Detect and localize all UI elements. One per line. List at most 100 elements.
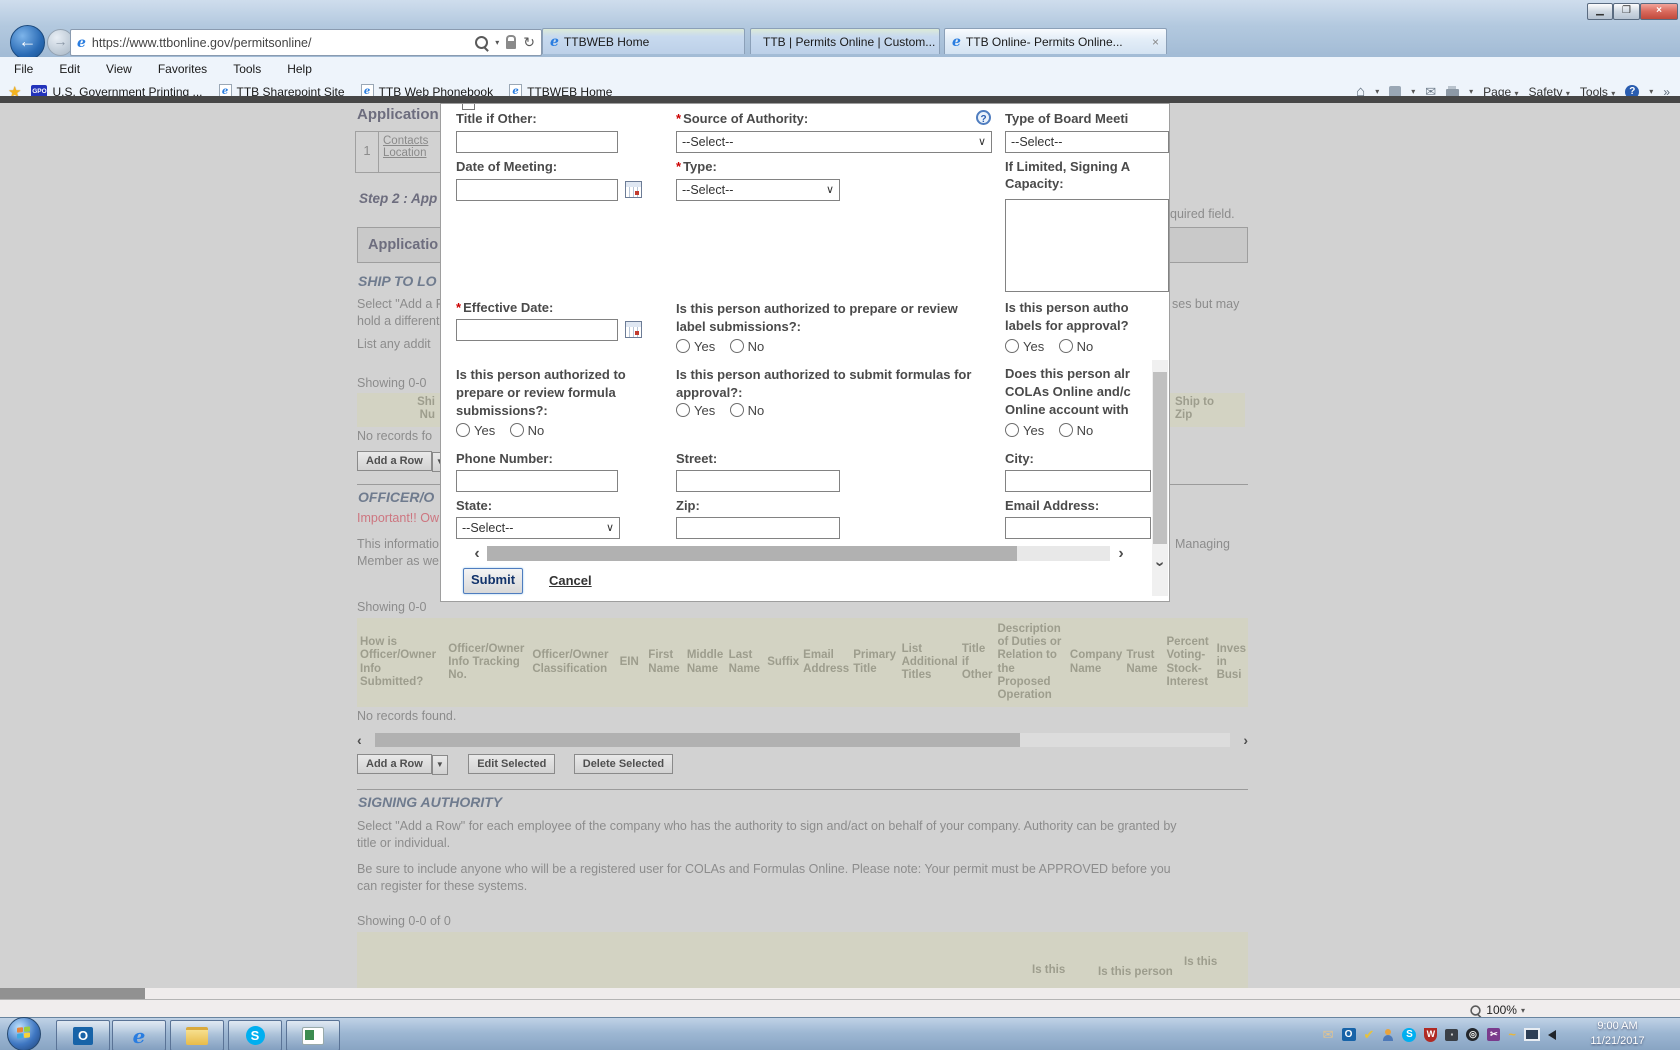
menu-file[interactable]: File [14, 62, 33, 76]
taskbar-clock[interactable]: 9:00 AM 11/21/2017 [1565, 1019, 1670, 1049]
dialog-vscrollbar[interactable]: › [1152, 360, 1169, 596]
tray-outlook-icon[interactable]: O [1341, 1028, 1356, 1041]
calendar-icon[interactable] [625, 321, 642, 338]
scroll-thumb[interactable] [0, 988, 145, 999]
step2-heading: Step 2 : App [359, 191, 438, 206]
minimize-button[interactable]: ▁ [1587, 3, 1613, 20]
tray-network-icon[interactable] [1524, 1028, 1540, 1041]
zip-input[interactable] [676, 517, 840, 539]
no-radio[interactable] [729, 339, 744, 353]
tray-swoosh-icon[interactable]: ~ [1508, 1027, 1516, 1043]
source-of-authority-select[interactable]: --Select-- ∨ [676, 131, 992, 153]
state-select[interactable]: --Select-- ∨ [456, 517, 620, 539]
col-header: Inves in Busi [1216, 642, 1246, 682]
taskbar-internet-explorer[interactable]: e [112, 1020, 166, 1050]
page-hscrollbar[interactable] [0, 988, 1680, 999]
signing-capacity-textarea[interactable] [1005, 199, 1169, 292]
close-button[interactable]: × [1640, 3, 1678, 20]
zoom-dropdown-icon[interactable]: ▾ [1521, 1006, 1525, 1015]
no-radio[interactable] [509, 423, 524, 437]
menu-edit[interactable]: Edit [59, 62, 80, 76]
taskbar-outlook[interactable]: O [56, 1020, 110, 1050]
add-row-dropdown-icon[interactable]: ▼ [431, 755, 448, 775]
phone-input[interactable] [456, 470, 618, 492]
city-input[interactable] [1005, 470, 1151, 492]
ship-text-line2: hold a different [357, 314, 440, 328]
title-if-other-input[interactable] [456, 131, 618, 153]
colas-radios: Yes No [1005, 422, 1103, 440]
zoom-control[interactable]: 100% ▾ [1469, 1003, 1525, 1017]
tray-user-icon[interactable] [1382, 1028, 1394, 1041]
taskbar-skype[interactable]: S [228, 1020, 282, 1050]
contacts-link[interactable]: Contacts [383, 135, 428, 147]
taskbar-snipping-tool[interactable] [286, 1020, 340, 1050]
scroll-thumb[interactable] [487, 546, 1017, 561]
tab-ttb-online-permits[interactable]: e TTB Online- Permits Online... × [944, 28, 1167, 54]
yes-radio[interactable] [1005, 339, 1019, 353]
scroll-thumb[interactable] [1153, 372, 1167, 544]
menu-view[interactable]: View [106, 62, 132, 76]
delete-selected-button[interactable]: Delete Selected [573, 754, 674, 774]
no-radio[interactable] [1058, 423, 1073, 437]
status-bar: 100% ▾ [0, 999, 1680, 1018]
menu-tools[interactable]: Tools [233, 62, 261, 76]
scroll-down-icon[interactable]: › [1152, 554, 1169, 574]
officer-hscrollbar[interactable]: ‹ › [357, 732, 1248, 749]
start-button[interactable] [7, 1017, 41, 1050]
add-row-button[interactable]: Add a Row [357, 754, 432, 774]
calendar-icon[interactable] [625, 181, 642, 198]
refresh-icon[interactable]: ↻ [523, 34, 535, 51]
scroll-right-icon[interactable]: › [1243, 732, 1248, 748]
maximize-button[interactable]: ❐ [1613, 3, 1640, 20]
yes-radio[interactable] [1005, 423, 1019, 437]
search-icon[interactable] [475, 36, 489, 49]
clock-time: 9:00 AM [1597, 1020, 1638, 1032]
tray-check-icon[interactable]: ✔ [1364, 1027, 1375, 1043]
scroll-right-icon[interactable]: › [1113, 545, 1129, 562]
no-radio[interactable] [729, 403, 744, 417]
tab-ttbweb-home[interactable]: e TTBWEB Home [542, 28, 745, 54]
tray-volume-icon[interactable] [1548, 1029, 1556, 1040]
no-radio[interactable] [1058, 339, 1073, 353]
address-bar[interactable]: e https://www.ttbonline.gov/permitsonlin… [70, 29, 542, 56]
add-row-button-top[interactable]: Add a Row▼ [357, 451, 448, 472]
tray-vortex-icon[interactable]: ◎ [1466, 1028, 1480, 1041]
tray-drive-icon[interactable]: ▪ [1445, 1028, 1459, 1041]
tray-skype-icon[interactable]: S [1402, 1027, 1417, 1042]
edit-selected-button[interactable]: Edit Selected [468, 754, 556, 774]
street-input[interactable] [676, 470, 840, 492]
tray-mcafee-icon[interactable]: W [1424, 1027, 1438, 1042]
yes-radio[interactable] [676, 339, 690, 353]
menu-help[interactable]: Help [287, 62, 312, 76]
taskbar-file-explorer[interactable] [170, 1020, 224, 1050]
showing-label-2: Showing 0-0 [357, 600, 427, 614]
back-button[interactable]: ← [10, 25, 45, 60]
cancel-link[interactable]: Cancel [549, 573, 592, 588]
officer-buttons-row: Add a Row ▼ Edit Selected Delete Selected [357, 754, 674, 775]
checkbox-fragment[interactable] [462, 104, 475, 110]
dialog-hscrollbar[interactable]: ‹ › [441, 545, 1151, 562]
scroll-left-icon[interactable]: ‹ [357, 732, 362, 748]
location-link[interactable]: Location [383, 147, 428, 159]
type-select[interactable]: --Select-- ∨ [676, 179, 840, 201]
email-label: Email Address: [1005, 498, 1100, 513]
scroll-left-icon[interactable]: ‹ [469, 545, 485, 562]
menu-favorites[interactable]: Favorites [158, 62, 207, 76]
yes-radio[interactable] [456, 423, 470, 437]
email-input[interactable] [1005, 517, 1151, 539]
step-number: 1 [356, 132, 379, 172]
date-of-meeting-input[interactable] [456, 179, 618, 201]
help-icon[interactable]: ? [976, 110, 991, 125]
tab3-close-icon[interactable]: × [1152, 35, 1159, 49]
board-meeting-select[interactable]: --Select-- [1005, 131, 1169, 153]
tab-ttb-permits-online[interactable]: TTB | Permits Online | Custom... [750, 28, 940, 54]
taskbar: O e S ✉ O ✔ S W ▪ ◎ ✂ ~ 9:00 AM 11/21/20… [0, 1017, 1680, 1050]
yes-radio[interactable] [676, 403, 690, 417]
tray-nuance-icon[interactable]: ✂ [1487, 1028, 1501, 1041]
submit-button[interactable]: Submit [463, 568, 523, 594]
search-dropdown-icon[interactable]: ▾ [495, 38, 499, 47]
tab1-label: TTBWEB Home [563, 34, 650, 49]
scroll-thumb[interactable] [375, 733, 1020, 747]
effective-date-input[interactable] [456, 319, 618, 341]
tray-mail-icon[interactable]: ✉ [1323, 1027, 1334, 1043]
